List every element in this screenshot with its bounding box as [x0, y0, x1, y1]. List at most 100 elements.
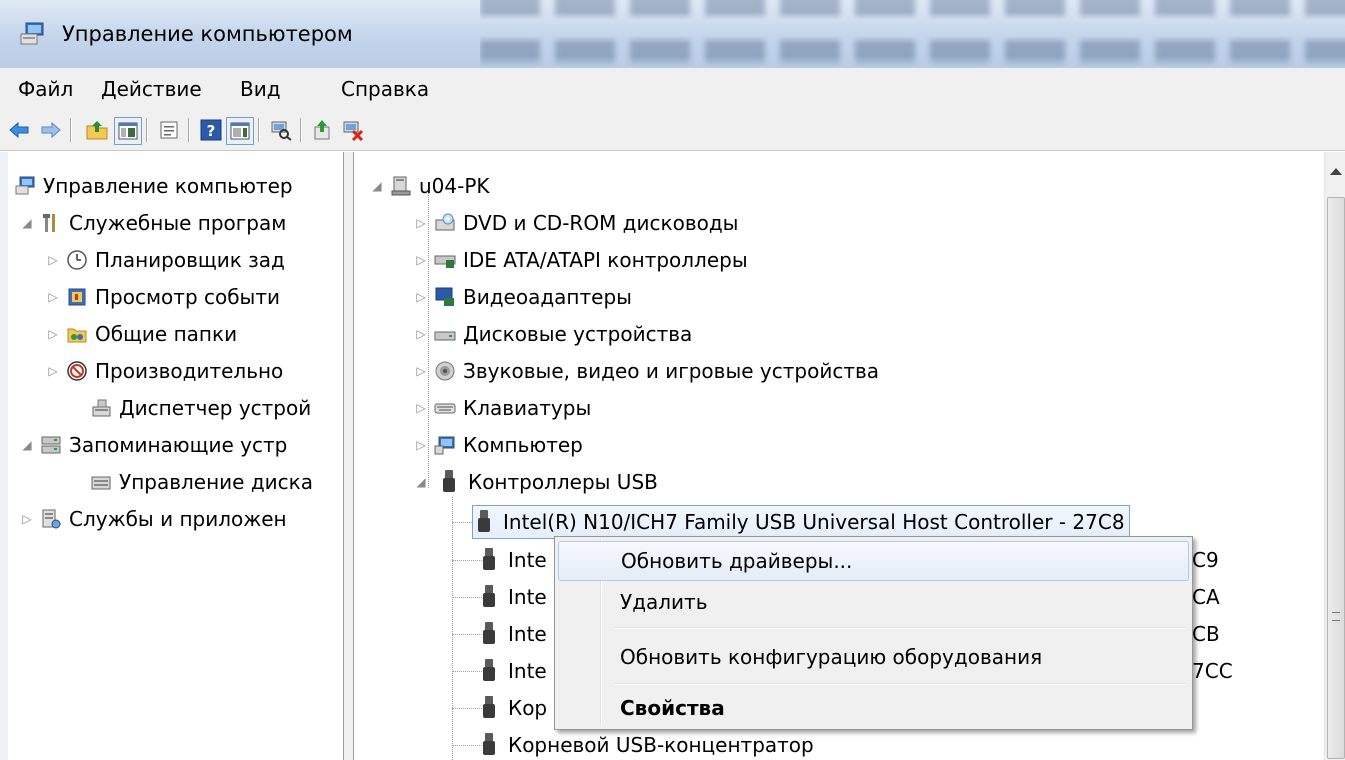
collapsed-arrow-icon[interactable]: ▷ — [46, 327, 60, 341]
collapsed-arrow-icon[interactable]: ▷ — [414, 253, 428, 267]
left-edge — [0, 152, 8, 760]
up-folder-icon[interactable] — [84, 117, 110, 143]
context-menu: Обновить драйверы... Удалить Обновить ко… — [554, 536, 1193, 730]
collapsed-arrow-icon[interactable]: ▷ — [414, 290, 428, 304]
tree-item-label: Просмотр событи — [95, 285, 280, 309]
selection-highlight: Intel(R) N10/ICH7 Family USB Universal H… — [472, 505, 1130, 539]
menu-help[interactable]: Справка — [341, 77, 429, 101]
category-disk-drives[interactable]: ▷ Дисковые устройства — [414, 316, 692, 352]
category-label: Видеоадаптеры — [463, 285, 632, 309]
usb-device[interactable]: Кор — [482, 690, 547, 726]
show-hide-action-pane-icon[interactable] — [226, 117, 254, 145]
category-dvd-cdrom[interactable]: ▷ DVD и CD-ROM дисководы — [414, 205, 738, 241]
usb-device[interactable]: Inte — [482, 653, 547, 689]
device-tree-root-label: u04-PK — [419, 174, 490, 198]
tree-item-label: Производительно — [95, 359, 284, 383]
device-tree-root[interactable]: ◢ u04-PK — [370, 168, 490, 204]
menu-action[interactable]: Действие — [101, 77, 202, 101]
event-viewer-icon — [66, 286, 88, 308]
usb-device[interactable]: Inte — [482, 579, 547, 615]
collapsed-arrow-icon[interactable]: ▷ — [20, 512, 34, 526]
tree-item-disk-management[interactable]: Управление диска — [90, 464, 313, 500]
collapsed-arrow-icon[interactable]: ▷ — [414, 216, 428, 230]
usb-device-label: Inte — [508, 548, 547, 572]
tree-item-services-applications[interactable]: ▷ Службы и приложен — [20, 501, 286, 537]
back-arrow-icon[interactable] — [6, 117, 32, 143]
tree-item-task-scheduler[interactable]: ▷ Планировщик зад — [46, 242, 285, 278]
usb-device-selected[interactable]: Intel(R) N10/ICH7 Family USB Universal H… — [472, 504, 1130, 540]
usb-device[interactable]: Inte — [482, 542, 547, 578]
category-label: Звуковые, видео и игровые устройства — [463, 359, 880, 383]
menu-update-drivers[interactable]: Обновить драйверы... — [558, 541, 1189, 581]
collapsed-arrow-icon[interactable]: ▷ — [414, 438, 428, 452]
show-hide-tree-icon[interactable] — [114, 117, 142, 145]
computer-management-icon — [14, 175, 36, 197]
help-icon[interactable]: ? — [198, 117, 224, 143]
tree-item-shared-folders[interactable]: ▷ Общие папки — [46, 316, 237, 352]
clock-icon — [66, 249, 88, 271]
usb-device-suffix: C9 — [1192, 548, 1219, 572]
usb-device-label: Intel(R) N10/ICH7 Family USB Universal H… — [503, 510, 1125, 534]
tree-item-computer-management[interactable]: Управление компьютер — [14, 168, 293, 204]
expanded-arrow-icon[interactable]: ◢ — [414, 475, 428, 489]
category-sound-video-game[interactable]: ▷ Звуковые, видео и игровые устройства — [414, 353, 879, 389]
collapsed-arrow-icon[interactable]: ▷ — [46, 290, 60, 304]
usb-device[interactable]: Inte — [482, 616, 547, 652]
menu-properties[interactable]: Свойства — [558, 689, 1187, 727]
collapsed-arrow-icon[interactable]: ▷ — [414, 364, 428, 378]
category-ide-ata[interactable]: ▷ IDE ATA/ATAPI контроллеры — [414, 242, 747, 278]
tree-item-system-tools[interactable]: ◢ Служебные програм — [20, 205, 286, 241]
menu-file[interactable]: Файл — [18, 77, 73, 101]
uninstall-device-icon[interactable] — [340, 117, 366, 143]
tree-item-device-manager[interactable]: Диспетчер устрой — [90, 390, 311, 426]
menu-scan-hardware-changes[interactable]: Обновить конфигурацию оборудования — [558, 638, 1187, 676]
expanded-arrow-icon[interactable]: ◢ — [370, 179, 384, 193]
vertical-scrollbar[interactable] — [1324, 152, 1345, 760]
tree-item-label: Служебные програм — [69, 211, 287, 235]
category-label: Клавиатуры — [463, 396, 592, 420]
scroll-up-arrow-icon[interactable] — [1330, 168, 1342, 175]
collapsed-arrow-icon[interactable]: ▷ — [46, 253, 60, 267]
tree-item-label: Общие папки — [95, 322, 238, 346]
usb-icon — [482, 696, 496, 720]
menu-uninstall[interactable]: Удалить — [558, 583, 1187, 621]
usb-icon — [482, 548, 496, 572]
computer-icon — [390, 175, 412, 197]
pane-splitter[interactable] — [344, 152, 354, 760]
disk-management-icon — [90, 471, 112, 493]
expanded-arrow-icon[interactable]: ◢ — [20, 216, 34, 230]
scan-hardware-icon[interactable] — [268, 117, 294, 143]
expanded-arrow-icon[interactable]: ◢ — [20, 438, 34, 452]
tree-item-storage[interactable]: ◢ Запоминающие устр — [20, 427, 287, 463]
collapsed-arrow-icon[interactable]: ▷ — [46, 364, 60, 378]
svg-text:?: ? — [207, 122, 216, 140]
category-label: DVD и CD-ROM дисководы — [463, 211, 739, 235]
tree-item-label: Запоминающие устр — [69, 433, 288, 457]
category-label: Дисковые устройства — [463, 322, 693, 346]
category-computer[interactable]: ▷ Компьютер — [414, 427, 583, 463]
usb-icon — [442, 470, 456, 494]
tree-item-event-viewer[interactable]: ▷ Просмотр событи — [46, 279, 280, 315]
collapsed-arrow-icon[interactable]: ▷ — [414, 327, 428, 341]
collapsed-arrow-icon[interactable]: ▷ — [414, 401, 428, 415]
usb-device[interactable]: Корневой USB-концентратор — [482, 727, 814, 760]
services-icon — [40, 508, 62, 530]
properties-icon[interactable] — [156, 117, 182, 143]
tree-item-label: Диспетчер устрой — [119, 396, 312, 420]
usb-icon — [482, 622, 496, 646]
tree-item-label: Управление диска — [119, 470, 313, 494]
window-title: Управление компьютером — [62, 22, 353, 46]
tree-item-label: Планировщик зад — [95, 248, 285, 272]
display-adapter-icon — [434, 286, 456, 308]
tree-item-performance[interactable]: ▷ Производительно — [46, 353, 283, 389]
update-driver-icon[interactable] — [310, 117, 336, 143]
category-keyboards[interactable]: ▷ Клавиатуры — [414, 390, 591, 426]
title-bar: Управление компьютером — [0, 0, 1345, 68]
menu-separator — [615, 627, 1185, 629]
category-usb-controllers[interactable]: ◢ Контроллеры USB — [414, 464, 658, 500]
scroll-thumb[interactable] — [1327, 197, 1345, 759]
category-display-adapters[interactable]: ▷ Видеоадаптеры — [414, 279, 632, 315]
usb-device-suffix: CB — [1192, 622, 1220, 646]
forward-arrow-icon[interactable] — [38, 117, 64, 143]
menu-view[interactable]: Вид — [240, 77, 281, 101]
